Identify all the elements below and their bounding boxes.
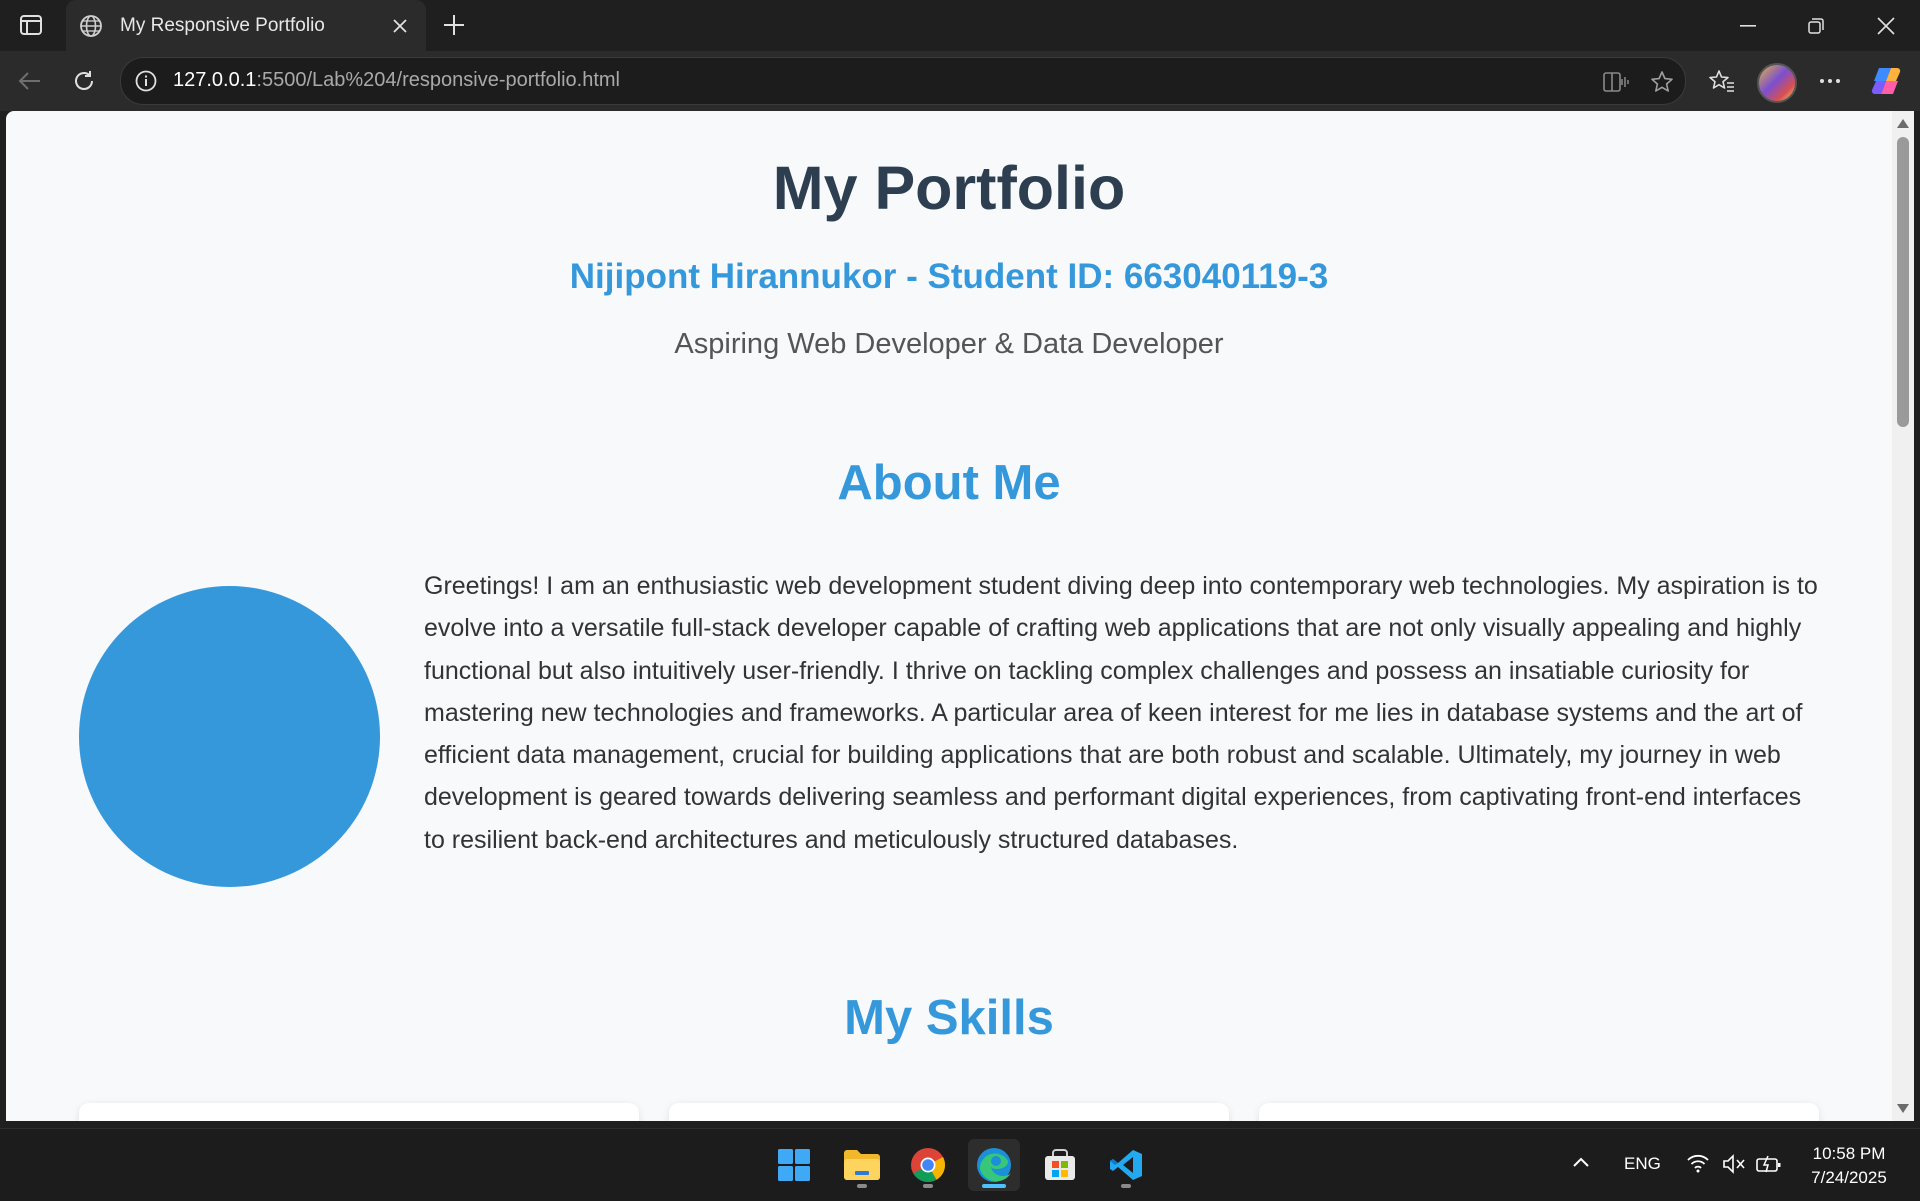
taskbar: ENG 10:58 PM 7/24/2025 — [0, 1128, 1920, 1201]
close-tab-icon[interactable] — [380, 6, 420, 46]
file-explorer-icon[interactable] — [836, 1139, 888, 1191]
favorites-icon[interactable] — [1702, 61, 1742, 101]
copilot-icon[interactable] — [1866, 61, 1906, 101]
clock-time: 10:58 PM — [1812, 1144, 1886, 1163]
url-text[interactable]: 127.0.0.1:5500/Lab%204/responsive-portfo… — [173, 69, 620, 92]
site-info-icon[interactable] — [133, 68, 159, 94]
browser-titlebar: My Responsive Portfolio — [0, 0, 1920, 51]
scroll-up-icon[interactable] — [1897, 119, 1909, 128]
vscode-icon[interactable] — [1100, 1139, 1152, 1191]
start-icon[interactable] — [768, 1139, 820, 1191]
back-icon[interactable] — [10, 61, 50, 101]
page-title: My Portfolio — [772, 154, 1126, 222]
volume-muted-icon[interactable] — [1722, 1154, 1746, 1179]
student-name-id: Nijipont Hirannukor - Student ID: 663040… — [569, 257, 1329, 296]
about-paragraph: Greetings! I am an enthusiastic web deve… — [424, 572, 1818, 854]
chrome-icon[interactable] — [902, 1139, 954, 1191]
system-clock[interactable]: 10:58 PM 7/24/2025 — [1790, 1142, 1908, 1190]
scroll-down-icon[interactable] — [1897, 1104, 1909, 1113]
tab-title: My Responsive Portfolio — [120, 14, 325, 36]
tagline: Aspiring Web Developer & Data Developer — [674, 328, 1224, 360]
show-hidden-icons-chevron-icon[interactable] — [1572, 1155, 1590, 1173]
globe-icon — [78, 13, 104, 39]
scrollbar-thumb[interactable] — [1897, 137, 1909, 427]
browser-toolbar: 127.0.0.1:5500/Lab%204/responsive-portfo… — [0, 51, 1920, 111]
page-viewport[interactable]: My Portfolio Nijipont Hirannukor - Stude… — [6, 111, 1892, 1121]
tab-actions-icon[interactable] — [14, 13, 48, 37]
more-options-icon[interactable] — [1810, 61, 1850, 101]
profile-picture-placeholder — [79, 586, 380, 887]
close-window-icon[interactable] — [1852, 0, 1920, 51]
new-tab-icon[interactable] — [436, 7, 472, 43]
address-bar[interactable]: 127.0.0.1:5500/Lab%204/responsive-portfo… — [120, 57, 1686, 105]
skill-card — [669, 1103, 1229, 1121]
store-icon[interactable] — [1034, 1139, 1086, 1191]
skill-card — [1259, 1103, 1819, 1121]
skill-card — [79, 1103, 639, 1121]
page-scrollbar[interactable] — [1892, 111, 1914, 1121]
refresh-icon[interactable] — [64, 61, 104, 101]
edge-icon[interactable] — [968, 1139, 1020, 1191]
wifi-icon[interactable] — [1686, 1153, 1710, 1178]
about-heading: About Me — [837, 456, 1061, 510]
restore-icon[interactable] — [1782, 0, 1850, 51]
immersive-reader-icon[interactable] — [1601, 67, 1631, 97]
clock-date: 7/24/2025 — [1811, 1168, 1887, 1187]
skills-heading: My Skills — [844, 991, 1054, 1045]
favorite-star-icon[interactable] — [1647, 67, 1677, 97]
language-indicator[interactable]: ENG — [1624, 1154, 1661, 1174]
minimize-icon[interactable] — [1714, 0, 1782, 51]
profile-avatar[interactable] — [1757, 63, 1797, 103]
battery-icon[interactable] — [1756, 1154, 1782, 1179]
browser-tab[interactable]: My Responsive Portfolio — [66, 0, 426, 51]
